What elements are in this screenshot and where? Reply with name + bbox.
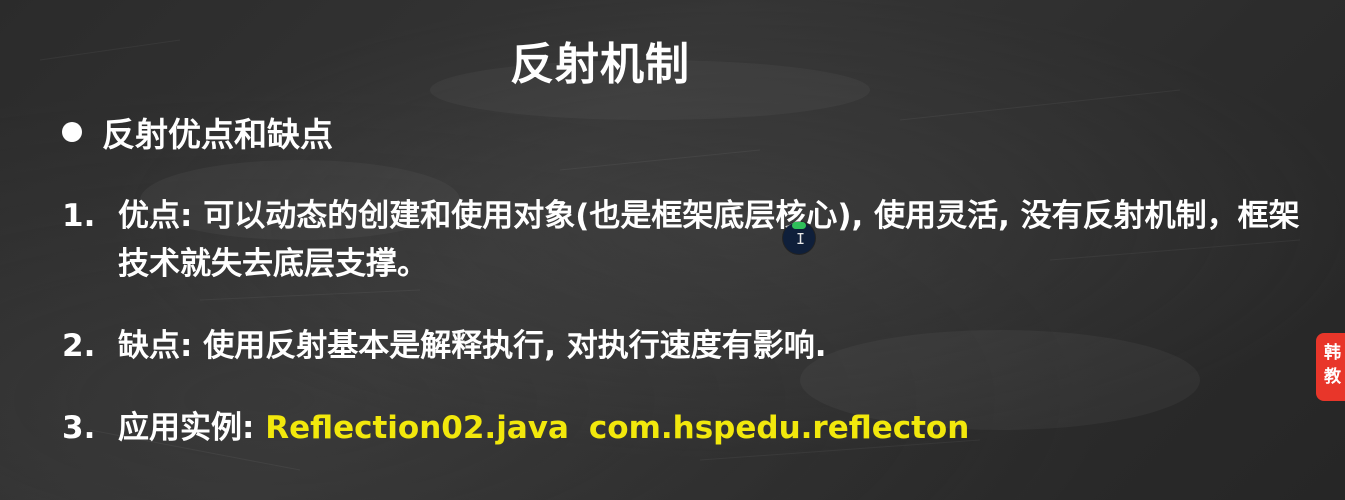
- example-file-name: Reflection02.java: [265, 410, 569, 446]
- example-package-name: com.hspedu.reflecton: [588, 410, 970, 446]
- item-number: 2.: [62, 328, 96, 364]
- bullet-heading-text: 反射优点和缺点: [102, 115, 333, 154]
- side-float-tab[interactable]: 韩 教: [1316, 333, 1345, 401]
- text-cursor-icon: I: [783, 222, 815, 254]
- bullet-dot-icon: [62, 122, 82, 142]
- bullet-heading: 反射优点和缺点: [62, 108, 333, 156]
- list-item-example: 3. 应用实例: Reflection02.java com.hspedu.ref…: [62, 404, 1322, 452]
- ibeam-glyph: I: [796, 230, 806, 248]
- side-tab-line-1: 韩: [1324, 343, 1341, 363]
- cursor-highlight-dot: [792, 222, 806, 229]
- list-item-advantages: 1. 优点: 可以动态的创建和使用对象(也是框架底层核心), 使用灵活, 没有反…: [62, 192, 1322, 288]
- item-text: 应用实例: Reflection02.java com.hspedu.reflec…: [118, 404, 1322, 452]
- item-text: 优点: 可以动态的创建和使用对象(也是框架底层核心), 使用灵活, 没有反射机制…: [118, 198, 1300, 282]
- item-number: 1.: [62, 198, 96, 234]
- example-label: 应用实例:: [118, 410, 255, 446]
- list-item-disadvantages: 2. 缺点: 使用反射基本是解释执行, 对执行速度有影响.: [62, 322, 1322, 370]
- item-number: 3.: [62, 410, 96, 446]
- side-tab-line-2: 教: [1324, 367, 1341, 387]
- slide-title: 反射机制: [510, 39, 690, 90]
- item-text: 缺点: 使用反射基本是解释执行, 对执行速度有影响.: [118, 328, 827, 364]
